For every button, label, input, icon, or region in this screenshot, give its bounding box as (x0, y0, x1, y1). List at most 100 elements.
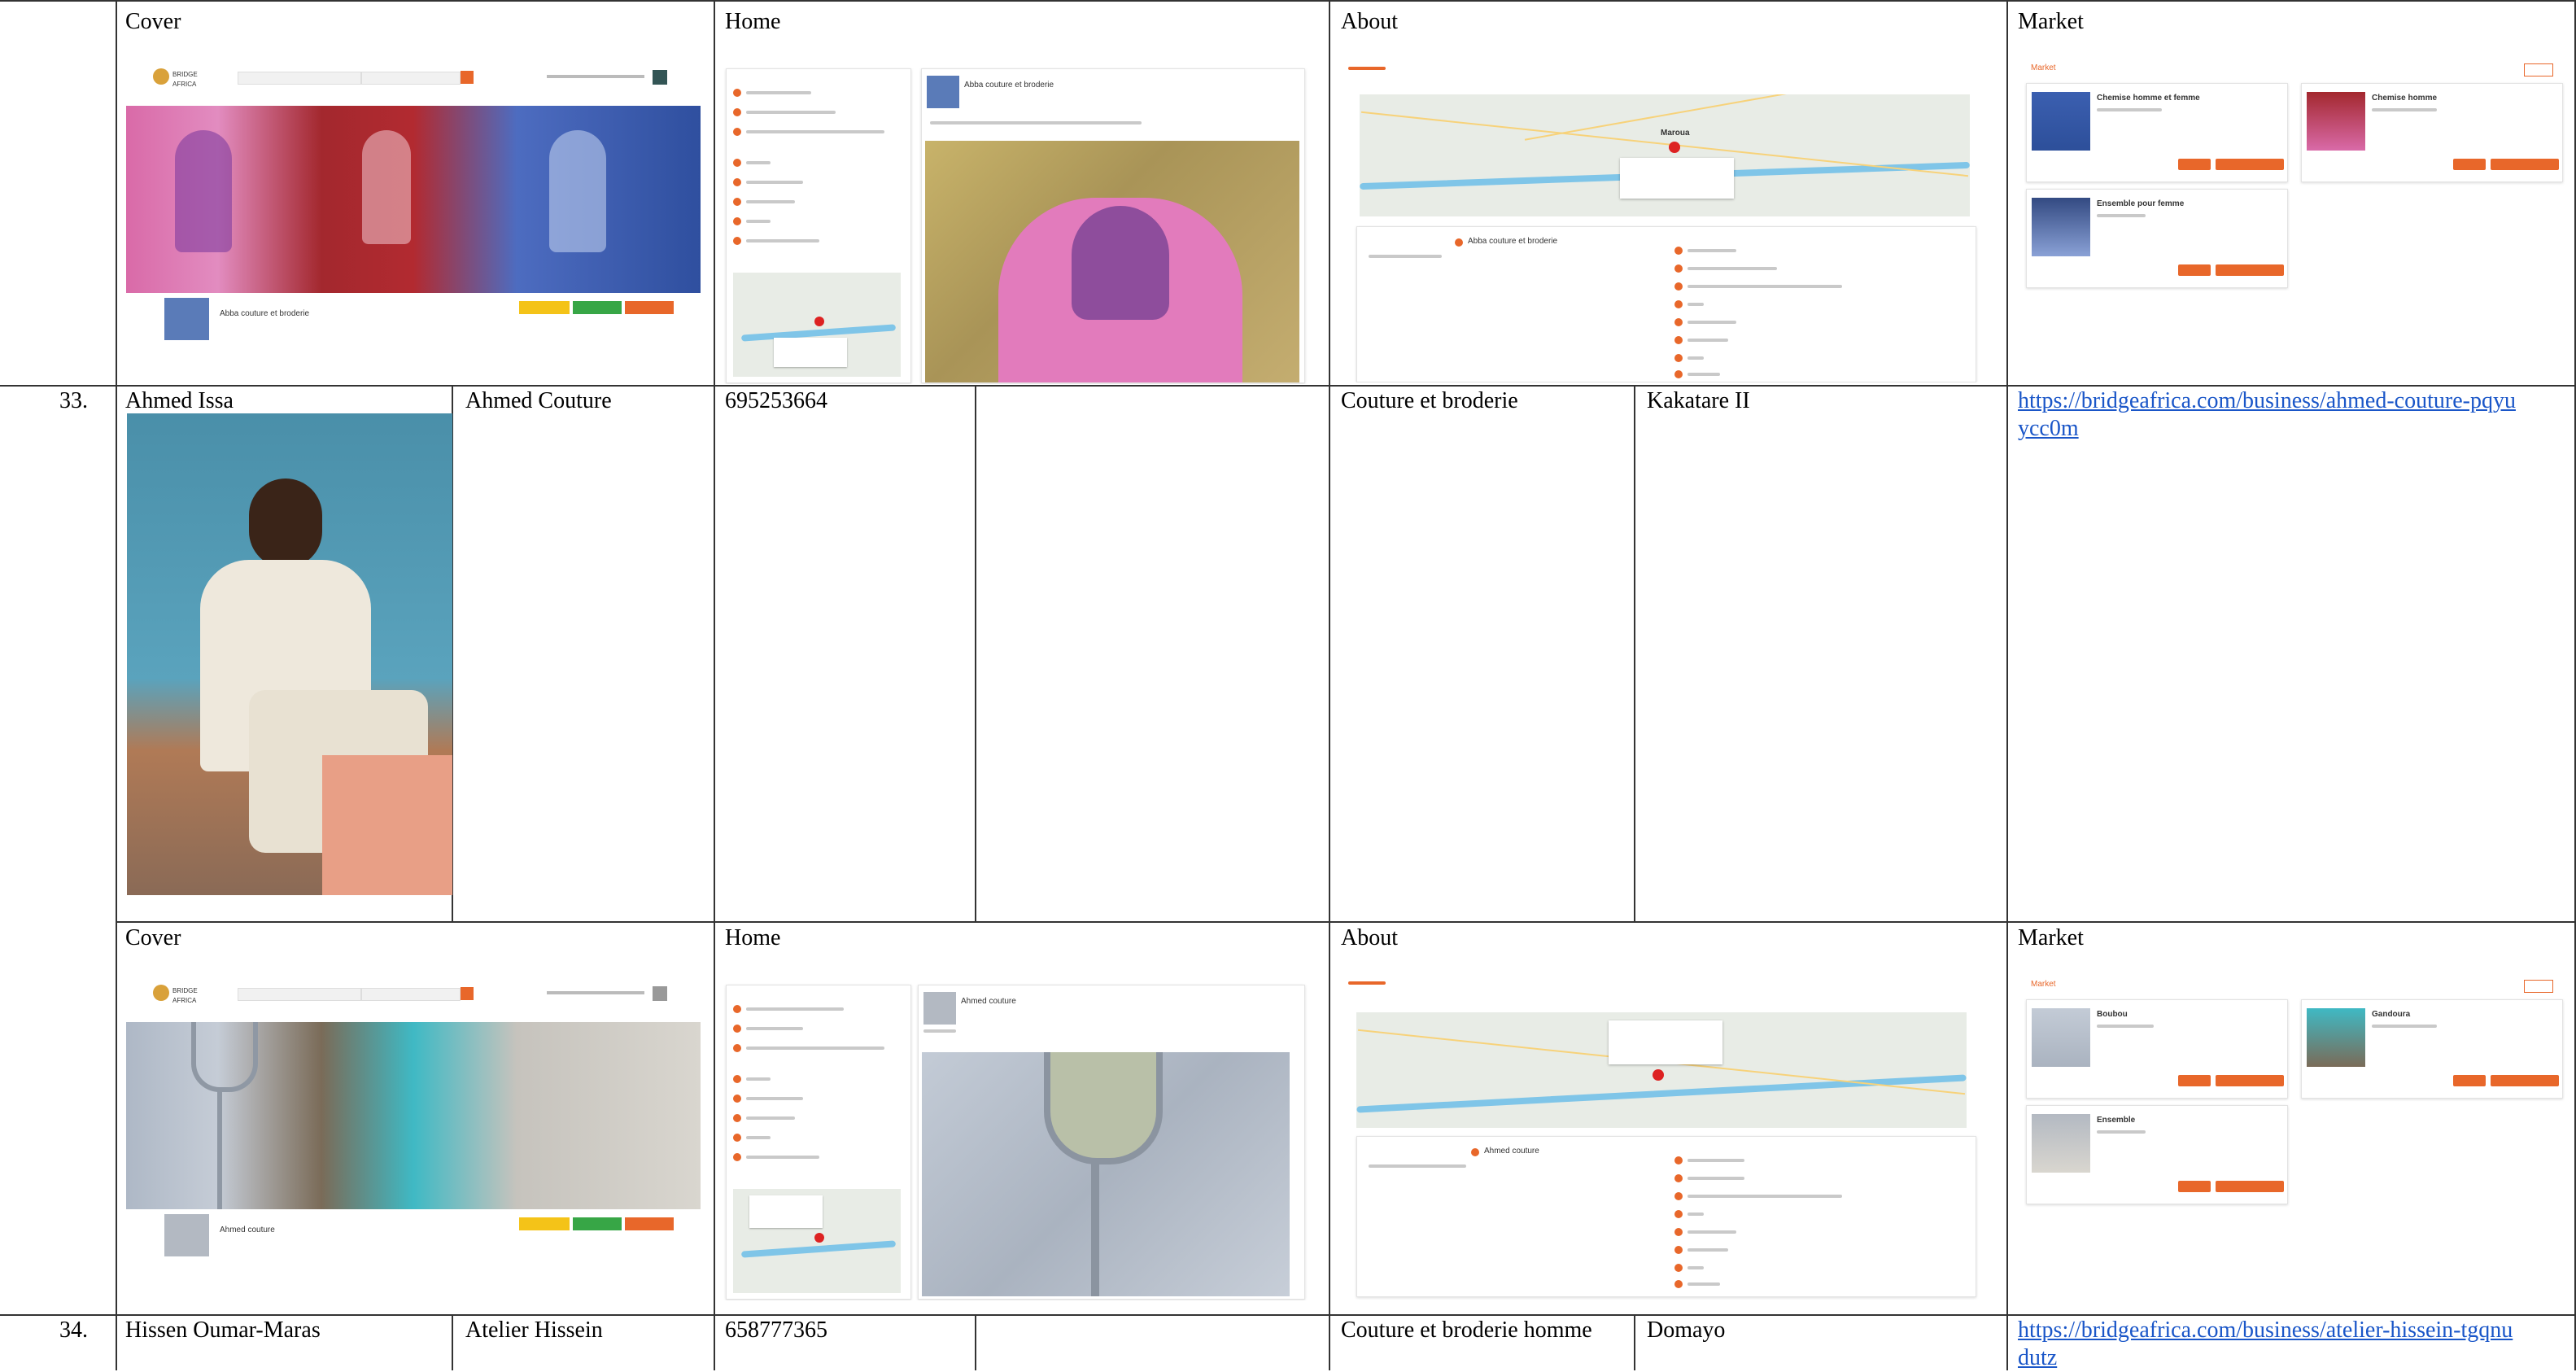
row-divider (116, 921, 2576, 923)
post-business-name: Ahmed couture (961, 997, 1016, 1006)
profile-thumbnail (164, 1214, 209, 1256)
search-button[interactable] (461, 71, 474, 84)
avatar[interactable] (653, 70, 667, 85)
buy-now-button[interactable] (2453, 159, 2486, 170)
post-image (925, 141, 1299, 382)
buy-now-button[interactable] (2178, 264, 2211, 276)
location-input[interactable] (361, 988, 461, 1001)
mini-map (733, 1189, 901, 1293)
business-url-link[interactable]: https://bridgeafrica.com/business/ahmed-… (2018, 387, 2522, 443)
product-card: Chemise homme et femme (2026, 83, 2288, 182)
product-title: Boubou (2097, 1010, 2128, 1019)
business-url-link[interactable]: https://bridgeafrica.com/business/atelie… (2018, 1317, 2522, 1372)
post-business-name: Abba couture et broderie (964, 81, 1054, 90)
buy-now-button[interactable] (2178, 1181, 2211, 1192)
cover-screenshot: BRIDGE AFRICA Ahmed couture (124, 977, 705, 1269)
add-to-cart-button[interactable] (2216, 264, 2284, 276)
logo (153, 68, 169, 85)
product-image (2307, 1008, 2365, 1067)
market-header: Market (2018, 925, 2084, 950)
direction-button[interactable] (625, 301, 674, 314)
follow-button[interactable] (519, 1217, 570, 1230)
market-tab[interactable]: Market (2031, 63, 2056, 73)
product-card: Boubou (2026, 999, 2288, 1099)
add-to-cart-button[interactable] (2491, 1075, 2559, 1086)
post-avatar (927, 76, 959, 108)
buy-now-button[interactable] (2178, 1075, 2211, 1086)
about-header: About (1341, 9, 1398, 34)
location: Domayo (1647, 1317, 1726, 1343)
col-divider (2006, 0, 2008, 1370)
market-tab[interactable]: Market (2031, 980, 2056, 990)
business-name: Ahmed Couture (465, 388, 612, 413)
add-to-cart-button[interactable] (2491, 159, 2559, 170)
map-city: Maroua (1661, 129, 1690, 138)
about-sidebar (726, 985, 911, 1300)
avatar[interactable] (653, 986, 667, 1001)
search-input[interactable] (238, 988, 361, 1001)
add-to-cart-button[interactable] (2216, 159, 2284, 170)
product-image (2307, 92, 2365, 151)
product-image (2032, 1114, 2090, 1173)
entry-number: 34. (59, 1317, 88, 1343)
direction-button[interactable] (625, 1217, 674, 1230)
search-button[interactable] (461, 987, 474, 1000)
business-directory-table: Cover Home About Market BRIDGE AFRICA Ab… (0, 0, 2576, 1370)
location: Kakatare II (1647, 388, 1750, 413)
add-to-cart-button[interactable] (2216, 1075, 2284, 1086)
buy-now-button[interactable] (2178, 159, 2211, 170)
owner-photo (127, 413, 452, 895)
about-screenshot: Ahmed couture (1338, 977, 1999, 1302)
market-screenshot: Market Chemise homme et femme Chemise ho… (2015, 59, 2568, 303)
add-to-cart-button[interactable] (2216, 1181, 2284, 1192)
business-name: Ahmed couture (220, 1226, 275, 1234)
about-details: Abba couture et broderie (1356, 226, 1976, 382)
col-divider (975, 1314, 976, 1370)
col-divider (714, 0, 715, 1370)
about-label: Ahmed couture (1484, 1147, 1539, 1156)
market-header: Market (2018, 9, 2084, 34)
cover-banner-image (126, 1022, 701, 1209)
about-details: Ahmed couture (1356, 1136, 1976, 1297)
post-avatar (923, 992, 956, 1025)
search-input[interactable] (238, 72, 361, 85)
cover-screenshot: BRIDGE AFRICA Abba couture et broderie (124, 60, 705, 353)
row-divider (0, 385, 2576, 387)
market-screenshot: Market Boubou Gandoura Ensemble (2015, 975, 2568, 1219)
mini-map (733, 273, 901, 377)
col-divider (1329, 0, 1330, 1370)
product-title: Gandoura (2372, 1010, 2411, 1019)
col-divider (1634, 1314, 1635, 1370)
message-button[interactable] (573, 1217, 622, 1230)
map-info-card (1620, 158, 1734, 199)
message-button[interactable] (573, 301, 622, 314)
business-name: Abba couture et broderie (220, 309, 310, 318)
follow-button[interactable] (519, 301, 570, 314)
product-card: Gandoura (2301, 999, 2563, 1099)
buy-now-button[interactable] (2453, 1075, 2486, 1086)
col-divider (975, 385, 976, 921)
about-screenshot: Maroua Abba couture et broderie (1338, 62, 1999, 382)
map-info-card (1609, 1020, 1722, 1064)
location-map: Maroua (1360, 94, 1970, 216)
col-divider (1634, 385, 1635, 921)
logo-text: BRIDGE AFRICA (172, 987, 198, 1004)
col-divider (116, 0, 117, 1370)
filter-button[interactable] (2524, 63, 2553, 76)
product-title: Chemise homme (2372, 94, 2438, 103)
home-screenshot: Ahmed couture (723, 980, 1321, 1300)
phone-number: 695253664 (725, 388, 827, 413)
home-screenshot: Abba couture et broderie (723, 63, 1321, 384)
post-card: Ahmed couture (918, 985, 1305, 1300)
product-title: Chemise homme et femme (2097, 94, 2200, 103)
filter-button[interactable] (2524, 980, 2553, 993)
activity: Couture et broderie (1341, 388, 1518, 413)
product-image (2032, 1008, 2090, 1067)
cover-header: Cover (125, 9, 181, 34)
location-map (1356, 1012, 1967, 1128)
entry-number: 33. (59, 388, 88, 413)
owner-name: Ahmed Issa (125, 388, 234, 413)
location-input[interactable] (361, 72, 461, 85)
nav-links (547, 75, 644, 78)
product-title: Ensemble (2097, 1116, 2136, 1125)
